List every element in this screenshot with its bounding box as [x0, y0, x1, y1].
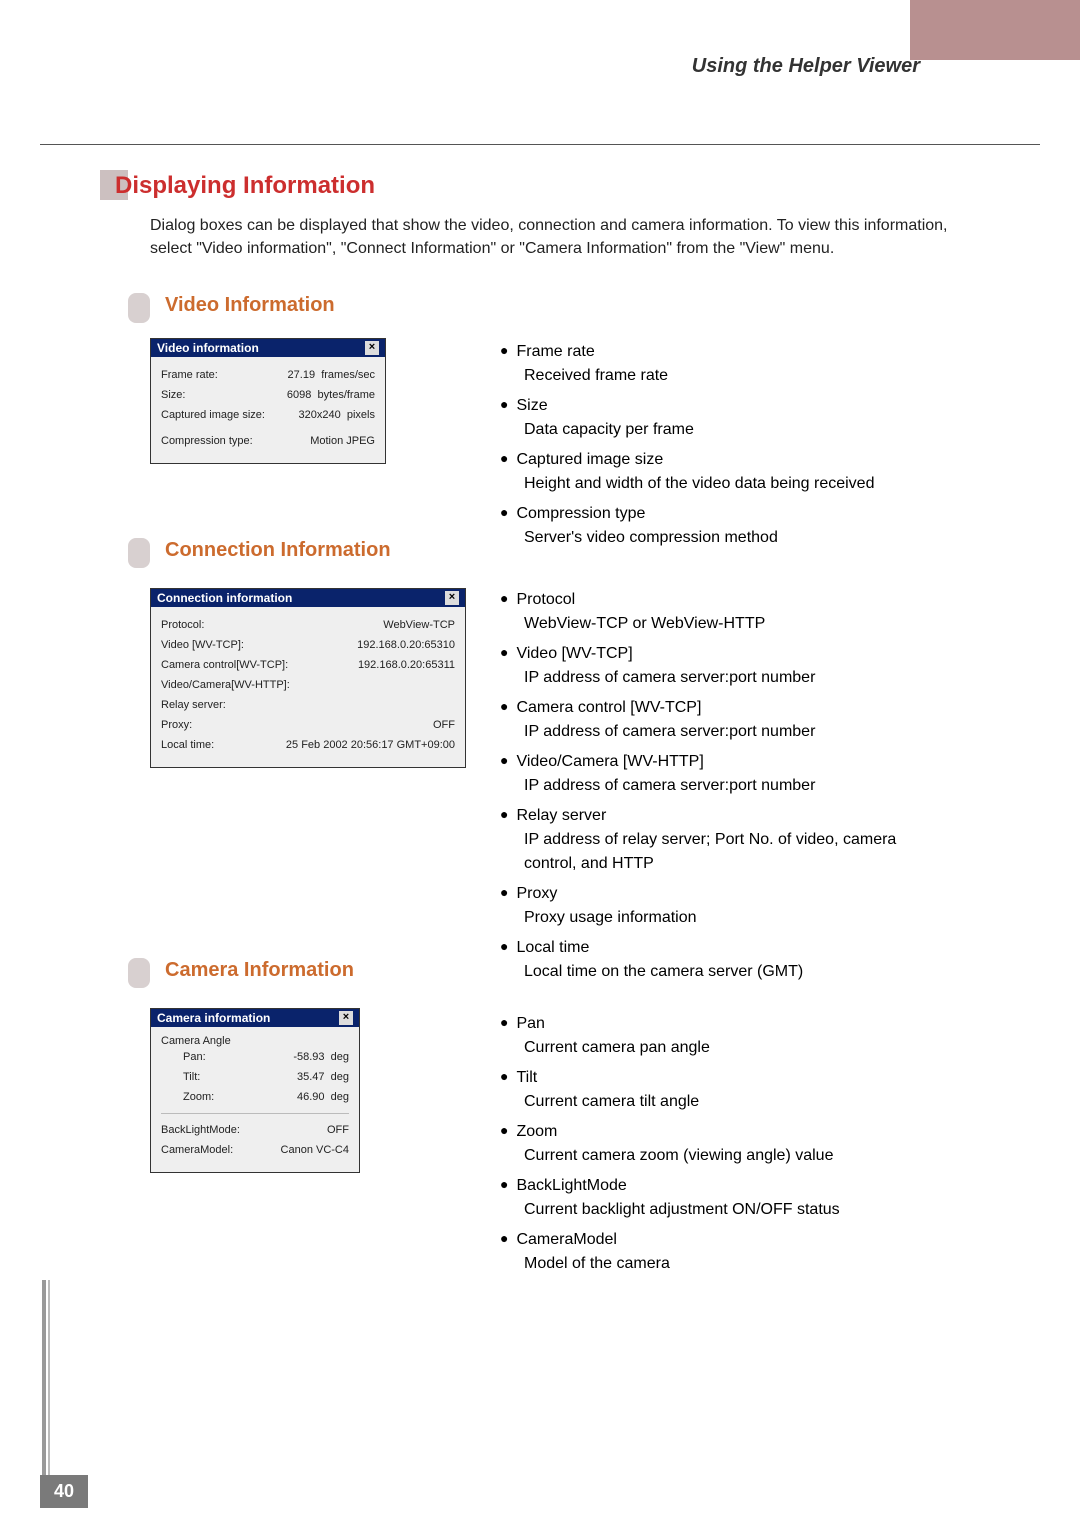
bullet-desc: Proxy usage information	[524, 906, 940, 930]
header-title: Using the Helper Viewer	[692, 55, 920, 78]
section-bullet-icon	[128, 293, 150, 323]
bullet-term: Video [WV-TCP]	[500, 642, 940, 666]
section-title-video: Video Information	[165, 294, 335, 317]
section-title-connection: Connection Information	[165, 539, 391, 562]
bullet-desc: Current camera pan angle	[524, 1036, 940, 1060]
bullet-term: Compression type	[500, 502, 940, 526]
bullet-term: BackLightMode	[500, 1174, 940, 1198]
row-label: Local time:	[161, 739, 271, 751]
row-value: 192.168.0.20:65310	[357, 639, 455, 651]
bullet-desc: Current backlight adjustment ON/OFF stat…	[524, 1198, 940, 1222]
row-value: 25 Feb 2002 20:56:17 GMT+09:00	[286, 739, 455, 751]
dialog-title: Camera information	[157, 1011, 270, 1025]
bullet-term: CameraModel	[500, 1228, 940, 1252]
divider	[40, 144, 1040, 145]
bullet-term: Frame rate	[500, 340, 940, 364]
row-label: Zoom:	[183, 1091, 293, 1103]
row-value: OFF	[327, 1124, 349, 1136]
row-label: Proxy:	[161, 719, 271, 731]
close-icon[interactable]: ×	[445, 591, 459, 605]
bullet-desc: Current camera zoom (viewing angle) valu…	[524, 1144, 940, 1168]
page-number: 40	[40, 1475, 88, 1508]
bullet-term: Relay server	[500, 804, 940, 828]
section-bullet-icon	[128, 538, 150, 568]
bullet-desc: IP address of relay server; Port No. of …	[524, 828, 940, 876]
section-title-camera: Camera Information	[165, 959, 354, 982]
camera-angle-label: Camera Angle	[161, 1035, 349, 1047]
section-bullet-icon	[128, 958, 150, 988]
row-label: Size:	[161, 389, 271, 401]
bullet-desc: Server's video compression method	[524, 526, 940, 550]
dialog-connection-information: Connection information × Protocol: WebVie…	[150, 588, 466, 768]
bullet-term: Proxy	[500, 882, 940, 906]
bullet-desc: Model of the camera	[524, 1252, 940, 1276]
bullet-desc: Received frame rate	[524, 364, 940, 388]
intro-text: Dialog boxes can be displayed that show …	[150, 214, 950, 260]
dialog-video-information: Video information × Frame rate: 27.19 fra…	[150, 338, 386, 464]
dialog-camera-information: Camera information × Camera Angle Pan:-5…	[150, 1008, 360, 1173]
bullet-desc: Data capacity per frame	[524, 418, 940, 442]
bullet-term: Local time	[500, 936, 940, 960]
bullet-term: Tilt	[500, 1066, 940, 1090]
bullet-term: Captured image size	[500, 448, 940, 472]
bullet-desc: IP address of camera server:port number	[524, 774, 940, 798]
row-label: Relay server:	[161, 699, 271, 711]
row-label: Camera control[WV-TCP]:	[161, 659, 288, 671]
bullet-desc: WebView-TCP or WebView-HTTP	[524, 612, 940, 636]
bullet-term: Size	[500, 394, 940, 418]
row-value: Motion JPEG	[310, 435, 375, 447]
dialog-title: Connection information	[157, 591, 292, 605]
bullet-term: Zoom	[500, 1120, 940, 1144]
row-label: Video [WV-TCP]:	[161, 639, 271, 651]
row-value: -58.93 deg	[293, 1051, 349, 1063]
bullet-term: Pan	[500, 1012, 940, 1036]
bullet-desc: Current camera tilt angle	[524, 1090, 940, 1114]
close-icon[interactable]: ×	[365, 341, 379, 355]
bullet-desc: IP address of camera server:port number	[524, 720, 940, 744]
close-icon[interactable]: ×	[339, 1011, 353, 1025]
row-label: Compression type:	[161, 435, 271, 447]
row-value: 27.19 frames/sec	[288, 369, 375, 381]
bullet-desc: IP address of camera server:port number	[524, 666, 940, 690]
bullet-list-connection: Protocol WebView-TCP or WebView-HTTP Vid…	[500, 588, 940, 990]
gutter-decoration	[42, 1280, 46, 1490]
row-value: 320x240 pixels	[299, 409, 375, 421]
row-value: 6098 bytes/frame	[287, 389, 375, 401]
row-value: Canon VC-C4	[281, 1144, 349, 1156]
header-accent	[910, 0, 1080, 60]
bullet-term: Video/Camera [WV-HTTP]	[500, 750, 940, 774]
page-heading: Displaying Information	[115, 172, 375, 200]
row-label: Pan:	[183, 1051, 293, 1063]
row-value: WebView-TCP	[383, 619, 455, 631]
row-value: 46.90 deg	[297, 1091, 349, 1103]
row-label: Captured image size:	[161, 409, 271, 421]
row-value: OFF	[433, 719, 455, 731]
dialog-title: Video information	[157, 341, 259, 355]
row-label: BackLightMode:	[161, 1124, 271, 1136]
row-label: Tilt:	[183, 1071, 293, 1083]
bullet-list-camera: Pan Current camera pan angle Tilt Curren…	[500, 1012, 940, 1282]
row-label: Frame rate:	[161, 369, 271, 381]
row-value: 35.47 deg	[297, 1071, 349, 1083]
row-value: 192.168.0.20:65311	[358, 659, 455, 671]
bullet-list-video: Frame rate Received frame rate Size Data…	[500, 340, 940, 556]
bullet-term: Camera control [WV-TCP]	[500, 696, 940, 720]
row-label: Protocol:	[161, 619, 271, 631]
row-label: CameraModel:	[161, 1144, 271, 1156]
bullet-term: Protocol	[500, 588, 940, 612]
bullet-desc: Height and width of the video data being…	[524, 472, 940, 496]
row-label: Video/Camera[WV-HTTP]:	[161, 679, 290, 691]
bullet-desc: Local time on the camera server (GMT)	[524, 960, 940, 984]
